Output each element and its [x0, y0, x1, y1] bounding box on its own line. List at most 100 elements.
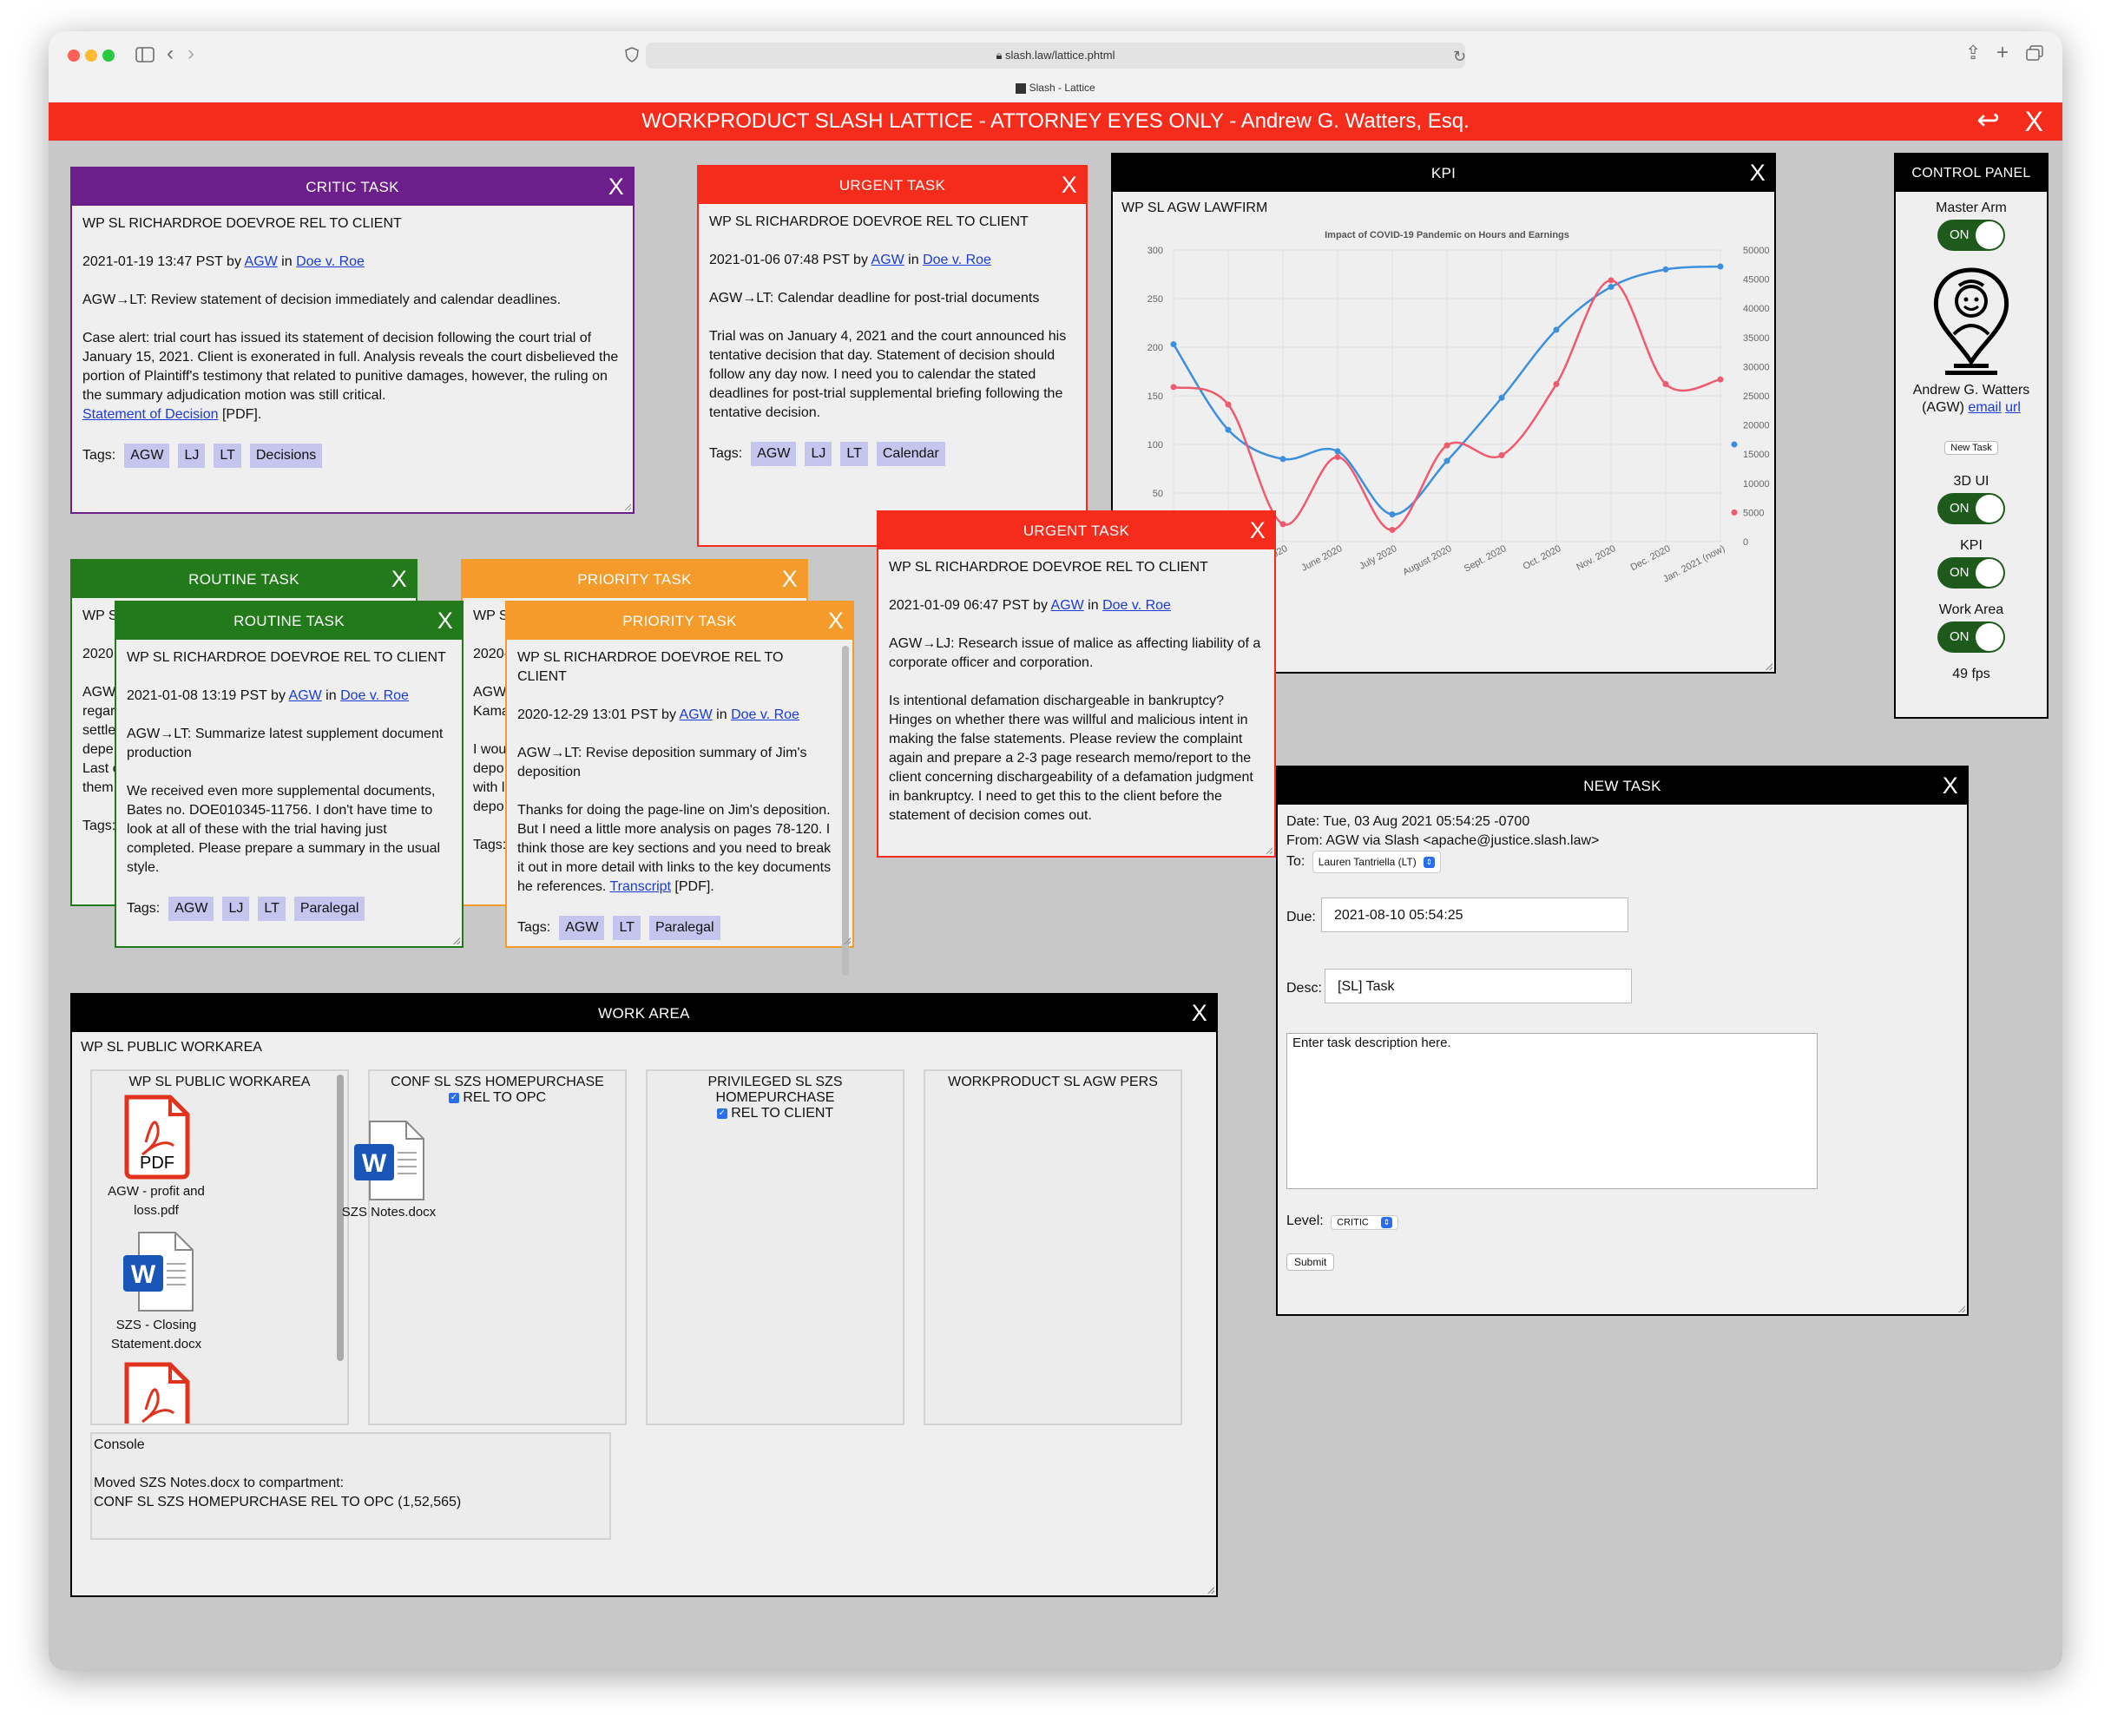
- minimize-window-button[interactable]: [85, 49, 97, 62]
- email-link[interactable]: email: [1968, 400, 2001, 415]
- author-link[interactable]: AGW: [871, 253, 904, 267]
- close-button[interactable]: X: [1192, 995, 1207, 1032]
- file-name[interactable]: SZS Notes.docx: [319, 1203, 458, 1222]
- work-area-toggle[interactable]: ON: [1937, 621, 2005, 653]
- checkbox-checked-icon[interactable]: ✓: [448, 1092, 459, 1103]
- close-button[interactable]: X: [608, 168, 624, 206]
- scrollbar[interactable]: [842, 646, 849, 976]
- word-file-icon[interactable]: W: [120, 1229, 198, 1320]
- tag-chip[interactable]: LT: [613, 916, 641, 940]
- close-button[interactable]: X: [828, 602, 844, 640]
- resize-handle[interactable]: [842, 936, 851, 944]
- word-file-icon[interactable]: W: [351, 1118, 429, 1209]
- panel-header[interactable]: PRIORITY TASK X: [463, 561, 806, 598]
- pdf-file-icon[interactable]: [120, 1361, 193, 1424]
- close-button[interactable]: X: [1943, 767, 1958, 805]
- desc-input[interactable]: [SL] Task: [1325, 969, 1632, 1003]
- back-icon[interactable]: ‹: [167, 43, 174, 64]
- 3d-ui-toggle[interactable]: ON: [1937, 493, 2005, 524]
- transcript-link[interactable]: Transcript: [609, 879, 671, 894]
- panel-header[interactable]: ROUTINE TASK X: [116, 602, 462, 640]
- active-tab[interactable]: Slash - Lattice: [49, 82, 2062, 94]
- tag-chip[interactable]: LT: [840, 442, 868, 466]
- tag-chip[interactable]: AGW: [124, 444, 170, 468]
- banner-close-button[interactable]: X: [2025, 102, 2043, 141]
- author-link[interactable]: AGW: [680, 707, 713, 722]
- tag-chip[interactable]: AGW: [168, 897, 214, 921]
- matter-link[interactable]: Doe v. Roe: [1102, 598, 1171, 613]
- forward-icon[interactable]: ›: [187, 43, 194, 64]
- new-task-panel[interactable]: NEW TASK X Date: Tue, 03 Aug 2021 05:54:…: [1276, 766, 1969, 1316]
- sidebar-icon[interactable]: [135, 46, 155, 67]
- recipient-select[interactable]: Lauren Tantriella (LT) ⇕: [1312, 851, 1441, 873]
- resize-handle[interactable]: [622, 502, 631, 510]
- priority-task-panel[interactable]: PRIORITY TASK X WP SL RICHARDROE DOEVROE…: [505, 601, 854, 976]
- critic-task-panel[interactable]: CRITIC TASK X WP SL RICHARDROE DOEVROE R…: [70, 167, 635, 514]
- close-button[interactable]: X: [1250, 512, 1266, 549]
- matter-link[interactable]: Doe v. Roe: [731, 707, 799, 722]
- resize-handle[interactable]: [1264, 845, 1273, 854]
- panel-header[interactable]: CRITIC TASK X: [72, 168, 633, 206]
- resize-handle[interactable]: [1206, 1585, 1214, 1594]
- tag-chip[interactable]: Decisions: [249, 444, 323, 468]
- compartment-privileged-sl-szs-homepurchase[interactable]: PRIVILEGED SL SZS HOMEPURCHASE ✓ REL TO …: [646, 1069, 904, 1425]
- author-link[interactable]: AGW: [1051, 598, 1084, 613]
- urgent-task-panel-2[interactable]: URGENT TASK X WP SL RICHARDROE DOEVROE R…: [877, 510, 1276, 858]
- author-link[interactable]: AGW: [245, 254, 278, 269]
- file-name[interactable]: AGW - profit and loss.pdf: [87, 1182, 226, 1220]
- panel-header[interactable]: URGENT TASK X: [878, 512, 1274, 549]
- task-description-textarea[interactable]: Enter task description here.: [1286, 1033, 1818, 1189]
- shield-icon[interactable]: [625, 46, 639, 67]
- panel-header[interactable]: PRIORITY TASK X: [507, 602, 852, 640]
- close-button[interactable]: X: [1062, 167, 1077, 204]
- kpi-toggle[interactable]: ON: [1937, 557, 2005, 589]
- close-button[interactable]: X: [391, 561, 407, 598]
- file-name[interactable]: SZS - Closing Statement.docx: [87, 1316, 226, 1354]
- tabs-overview-icon[interactable]: [2026, 44, 2043, 65]
- panel-header[interactable]: NEW TASK X: [1278, 767, 1967, 805]
- panel-header[interactable]: WORK AREA X: [72, 995, 1216, 1032]
- tag-chip[interactable]: LJ: [805, 442, 832, 466]
- tag-chip[interactable]: AGW: [751, 442, 797, 466]
- address-bar[interactable]: 🔒︎ slash.law/lattice.phtml: [646, 43, 1465, 69]
- return-icon[interactable]: ↩: [1976, 101, 2000, 139]
- pdf-file-icon[interactable]: PDF: [120, 1094, 193, 1185]
- resize-handle[interactable]: [1764, 661, 1772, 670]
- tag-chip[interactable]: Calendar: [876, 442, 945, 466]
- close-button[interactable]: X: [437, 602, 453, 640]
- resize-handle[interactable]: [451, 936, 460, 944]
- routine-task-panel[interactable]: ROUTINE TASK X WP SL RICHARDROE DOEVROE …: [115, 601, 464, 948]
- checkbox-checked-icon[interactable]: ✓: [716, 1108, 727, 1119]
- compartment-workproduct-sl-agw-pers[interactable]: WORKPRODUCT SL AGW PERS: [924, 1069, 1182, 1425]
- level-select[interactable]: CRITIC ⇕: [1331, 1214, 1398, 1230]
- close-button[interactable]: X: [1750, 155, 1766, 192]
- tag-chip[interactable]: LJ: [178, 444, 206, 468]
- new-tab-icon[interactable]: +: [1996, 43, 2009, 63]
- statement-of-decision-link[interactable]: Statement of Decision: [82, 407, 219, 422]
- panel-header[interactable]: ROUTINE TASK X: [72, 561, 416, 598]
- matter-link[interactable]: Doe v. Roe: [296, 254, 365, 269]
- due-input[interactable]: 2021-08-10 05:54:25: [1321, 898, 1628, 932]
- url-link[interactable]: url: [2005, 400, 2021, 415]
- new-task-button[interactable]: New Task: [1944, 441, 1998, 455]
- tag-chip[interactable]: Paralegal: [648, 916, 720, 940]
- share-icon[interactable]: ⇪: [1965, 43, 1981, 63]
- panel-header[interactable]: URGENT TASK X: [699, 167, 1086, 204]
- tag-chip[interactable]: LJ: [222, 897, 250, 921]
- zoom-window-button[interactable]: [102, 49, 115, 62]
- panel-header[interactable]: KPI X: [1113, 155, 1774, 192]
- reload-icon[interactable]: ↻: [1453, 46, 1466, 67]
- submit-button[interactable]: Submit: [1286, 1253, 1335, 1271]
- matter-link[interactable]: Doe v. Roe: [340, 688, 409, 703]
- tag-chip[interactable]: Paralegal: [293, 897, 365, 921]
- author-link[interactable]: AGW: [289, 688, 322, 703]
- matter-link[interactable]: Doe v. Roe: [923, 253, 991, 267]
- close-window-button[interactable]: [68, 49, 80, 62]
- resize-handle[interactable]: [1956, 1304, 1965, 1312]
- master-arm-toggle[interactable]: ON: [1937, 220, 2005, 251]
- tag-chip[interactable]: LT: [214, 444, 241, 468]
- close-button[interactable]: X: [782, 561, 798, 598]
- tag-chip[interactable]: AGW: [559, 916, 605, 940]
- urgent-task-panel[interactable]: URGENT TASK X WP SL RICHARDROE DOEVROE R…: [697, 165, 1088, 547]
- tag-chip[interactable]: LT: [258, 897, 286, 921]
